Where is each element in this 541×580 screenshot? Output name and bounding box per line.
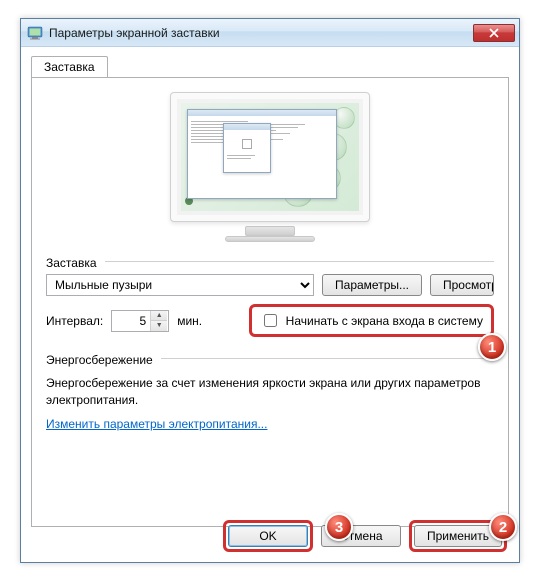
- resume-checkbox-label: Начинать с экрана входа в систему: [286, 314, 483, 328]
- screensaver-select[interactable]: Мыльные пузыри: [46, 274, 314, 296]
- resume-checkbox[interactable]: [264, 314, 277, 327]
- highlight-ok: OK: [223, 520, 313, 552]
- resume-checkbox-wrap[interactable]: Начинать с экрана входа в систему: [252, 307, 491, 334]
- energy-text: Энергосбережение за счет изменения яркос…: [46, 375, 494, 409]
- interval-input[interactable]: [112, 313, 150, 329]
- energy-group-label: Энергосбережение: [46, 353, 153, 367]
- ok-button[interactable]: OK: [228, 525, 308, 547]
- interval-label: Интервал:: [46, 314, 103, 328]
- interval-unit: мин.: [177, 314, 202, 328]
- close-button[interactable]: [473, 24, 515, 42]
- interval-down[interactable]: ▼: [151, 321, 167, 331]
- preview-button[interactable]: Просмотр: [430, 274, 494, 296]
- tab-panel: Заставка Мыльные пузыри Параметры... Про…: [31, 77, 509, 527]
- divider: [105, 261, 494, 262]
- divider: [161, 358, 494, 359]
- titlebar: Параметры экранной заставки: [21, 19, 519, 47]
- highlight-resume-checkbox: Начинать с экрана входа в систему: [249, 304, 494, 337]
- app-icon: [27, 25, 43, 41]
- window-title: Параметры экранной заставки: [49, 26, 473, 40]
- tab-strip: Заставка: [21, 47, 519, 77]
- tab-screensaver[interactable]: Заставка: [31, 56, 108, 78]
- annotation-badge-2: 2: [489, 513, 517, 541]
- screensaver-group-label: Заставка: [46, 256, 97, 270]
- power-settings-link[interactable]: Изменить параметры электропитания...: [46, 417, 267, 431]
- screensaver-settings-window: Параметры экранной заставки Заставка: [20, 18, 520, 563]
- preview-monitor: [46, 92, 494, 242]
- annotation-badge-1: 1: [478, 333, 506, 361]
- params-button[interactable]: Параметры...: [322, 274, 422, 296]
- annotation-badge-3: 3: [325, 513, 353, 541]
- interval-up[interactable]: ▲: [151, 311, 167, 321]
- footer-buttons: OK Отмена Применить: [223, 520, 507, 552]
- interval-spinner[interactable]: ▲ ▼: [111, 310, 169, 332]
